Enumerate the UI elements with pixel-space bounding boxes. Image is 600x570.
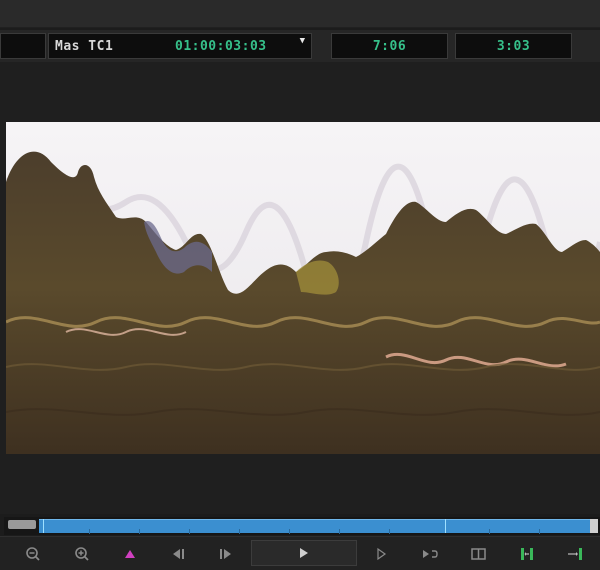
track-tick [539,529,540,534]
timecode-label: Mas TC1 [55,39,114,54]
scroll-handle[interactable] [8,520,36,529]
play-icon [300,548,308,558]
position-track[interactable] [39,519,590,534]
step-back-icon [173,549,184,559]
mark-in-icon [125,550,135,558]
track-tick [489,529,490,534]
loop-play-button[interactable] [418,542,442,566]
playhead-marker[interactable] [445,519,446,533]
duration-display[interactable]: 7:06 [331,33,448,59]
zoom-out-icon [26,547,40,561]
timecode-left-stub [0,33,46,59]
track-tick [89,529,90,534]
transport-toolbar [0,536,600,570]
track-tick [339,529,340,534]
position-bar[interactable] [4,517,600,535]
track-tick [239,529,240,534]
video-frame-image [6,122,600,454]
dropdown-caret-icon[interactable]: ▼ [300,36,305,46]
track-tick [139,529,140,534]
play-in-to-out-button[interactable] [369,542,393,566]
timecode-display[interactable]: Mas TC1 01:00:03:03 ▼ [48,33,312,59]
loop-play-icon [423,550,438,558]
zoom-out-button[interactable] [21,542,45,566]
insert-icon [521,548,533,560]
track-tick [289,529,290,534]
position-bar-end [590,519,598,533]
timecode-value: 01:00:03:03 [175,39,267,54]
video-frame [6,122,600,454]
play-button[interactable] [251,540,357,566]
remaining-display[interactable]: 3:03 [455,33,572,59]
step-back-button[interactable] [166,542,190,566]
step-forward-button[interactable] [214,542,238,566]
insert-button[interactable] [516,542,540,566]
safe-margins-icon [471,548,486,560]
safe-margins-button[interactable] [467,542,491,566]
overwrite-button[interactable] [564,542,588,566]
play-in-to-out-icon [377,547,387,561]
timecode-bar: Mas TC1 01:00:03:03 ▼ 7:06 3:03 [0,30,600,62]
remaining-value: 3:03 [496,39,531,54]
position-start-marker [43,519,44,533]
video-viewer[interactable] [0,62,600,514]
duration-value: 7:06 [372,39,407,54]
track-tick [389,529,390,534]
zoom-in-icon [75,547,89,561]
mark-in-button[interactable] [118,542,142,566]
step-forward-icon [220,549,231,559]
overwrite-icon [568,548,582,560]
panel-header-strip [0,0,600,28]
zoom-in-button[interactable] [70,542,94,566]
track-tick [189,529,190,534]
